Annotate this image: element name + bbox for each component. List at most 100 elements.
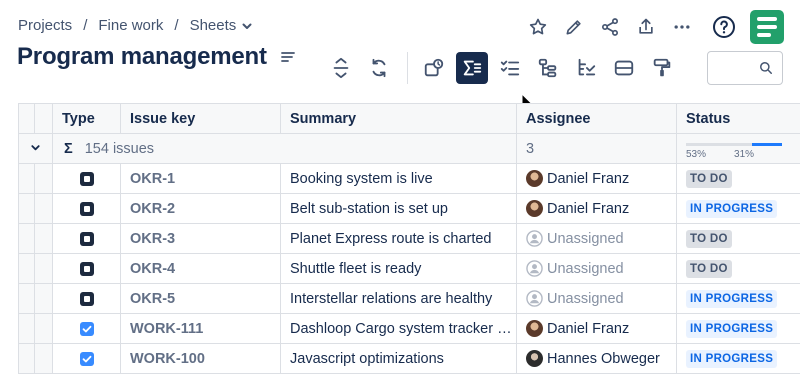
task-type-icon [79,261,94,276]
sheet-toolbar [325,52,684,84]
assignee-name: Hannes Obweger [547,350,660,367]
export-icon[interactable] [628,9,664,45]
type-cell [52,313,121,344]
assignee-name: Unassigned [547,290,624,307]
issue-key-link[interactable]: OKR-2 [120,193,281,224]
assignee-cell[interactable]: Unassigned [516,283,677,314]
group-status-progress: 53% 31% [676,133,800,164]
status-cell[interactable]: TO DO [676,223,800,254]
row-gutter [34,313,53,344]
avatar [526,170,543,187]
summary-cell[interactable]: Shuttle fleet is ready [280,253,517,284]
breadcrumb-separator: / [83,17,88,34]
avatar [526,350,543,367]
column-header-status[interactable]: Status [676,103,800,134]
table-row[interactable]: OKR-5 Interstellar relations are healthy U… [18,283,800,314]
edit-icon[interactable] [556,9,592,45]
hierarchy-icon[interactable] [532,52,564,84]
status-lozenge[interactable]: IN PROGRESS [686,199,778,218]
tree-filter-icon[interactable] [570,52,602,84]
issue-key-link[interactable]: OKR-3 [120,223,281,254]
sum-icon[interactable] [456,52,488,84]
status-cell[interactable]: TO DO [676,163,800,194]
type-cell [52,163,121,194]
table-row[interactable]: WORK-111 Dashloop Cargo system tracker … D… [18,313,800,344]
assignee-cell[interactable]: Unassigned [516,253,677,284]
collapse-rows-icon[interactable] [325,52,357,84]
group-expand-toggle[interactable] [18,133,53,164]
summary-cell[interactable]: Belt sub-station is set up [280,193,517,224]
status-cell[interactable]: IN PROGRESS [676,343,800,374]
app-logo[interactable] [750,10,784,44]
summary-cell[interactable]: Booking system is live [280,163,517,194]
table-row[interactable]: OKR-2 Belt sub-station is set up Daniel Fr… [18,193,800,224]
status-lozenge[interactable]: TO DO [686,229,732,248]
status-lozenge[interactable]: TO DO [686,169,732,188]
refresh-icon[interactable] [363,52,395,84]
row-gutter [34,193,53,224]
task-type-icon [79,291,94,306]
more-icon[interactable] [664,9,700,45]
status-lozenge[interactable]: IN PROGRESS [686,319,778,338]
title-menu-icon[interactable] [280,51,295,63]
search-box[interactable] [707,51,783,85]
assignee-cell[interactable]: Hannes Obweger [516,343,677,374]
group-assignee-count: 3 [516,133,677,164]
column-header-assignee[interactable]: Assignee [516,103,677,134]
row-gutter [34,253,53,284]
status-cell[interactable]: IN PROGRESS [676,313,800,344]
status-cell[interactable]: IN PROGRESS [676,193,800,224]
checklist-icon[interactable] [494,52,526,84]
chevron-down-icon [31,144,40,150]
group-summary-row: Σ 154 issues 3 53% 31% [18,133,800,164]
breadcrumb-sheets[interactable]: Sheets [190,17,237,34]
issue-key-link[interactable]: WORK-100 [120,343,281,374]
issue-table: Type Issue key Summary Assignee Status Σ… [18,103,800,374]
summary-cell[interactable]: Interstellar relations are healthy [280,283,517,314]
assignee-name: Daniel Franz [547,320,630,337]
table-header-row: Type Issue key Summary Assignee Status [18,103,800,134]
column-header-type[interactable]: Type [52,103,121,134]
header-gutter [34,103,53,134]
row-gutter [18,193,35,224]
assignee-cell[interactable]: Daniel Franz [516,193,677,224]
table-row[interactable]: OKR-3 Planet Express route is charted Unas… [18,223,800,254]
summary-cell[interactable]: Planet Express route is charted [280,223,517,254]
breadcrumb-fine-work[interactable]: Fine work [98,17,163,34]
issue-key-link[interactable]: OKR-4 [120,253,281,284]
share-icon[interactable] [592,9,628,45]
title-row: Program management [17,43,295,71]
sum-symbol: Σ [64,140,73,157]
card-view-icon[interactable] [418,52,450,84]
summary-cell[interactable]: Dashloop Cargo system tracker … [280,313,517,344]
breadcrumb-projects[interactable]: Projects [18,17,72,34]
assignee-name: Daniel Franz [547,200,630,217]
column-header-summary[interactable]: Summary [280,103,517,134]
table-row[interactable]: OKR-1 Booking system is live Daniel Franz T… [18,163,800,194]
assignee-cell[interactable]: Unassigned [516,223,677,254]
format-paint-icon[interactable] [646,52,678,84]
unassigned-avatar-icon [526,290,543,307]
table-row[interactable]: WORK-100 Javascript optimizations Hannes O… [18,343,800,374]
status-lozenge[interactable]: IN PROGRESS [686,349,778,368]
issue-key-link[interactable]: WORK-111 [120,313,281,344]
help-icon[interactable] [706,9,742,45]
status-lozenge[interactable]: TO DO [686,259,732,278]
status-lozenge[interactable]: IN PROGRESS [686,289,778,308]
row-gutter [18,163,35,194]
page-title: Program management [17,43,267,70]
column-header-issue-key[interactable]: Issue key [120,103,281,134]
table-row[interactable]: OKR-4 Shuttle fleet is ready Unassigned TO … [18,253,800,284]
chevron-down-icon[interactable] [241,20,253,32]
status-cell[interactable]: IN PROGRESS [676,283,800,314]
unassigned-avatar-icon [526,230,543,247]
star-icon[interactable] [520,9,556,45]
assignee-cell[interactable]: Daniel Franz [516,163,677,194]
issue-key-link[interactable]: OKR-1 [120,163,281,194]
search-input[interactable] [714,52,762,82]
assignee-cell[interactable]: Daniel Franz [516,313,677,344]
summary-cell[interactable]: Javascript optimizations [280,343,517,374]
status-cell[interactable]: TO DO [676,253,800,284]
issue-key-link[interactable]: OKR-5 [120,283,281,314]
row-height-icon[interactable] [608,52,640,84]
